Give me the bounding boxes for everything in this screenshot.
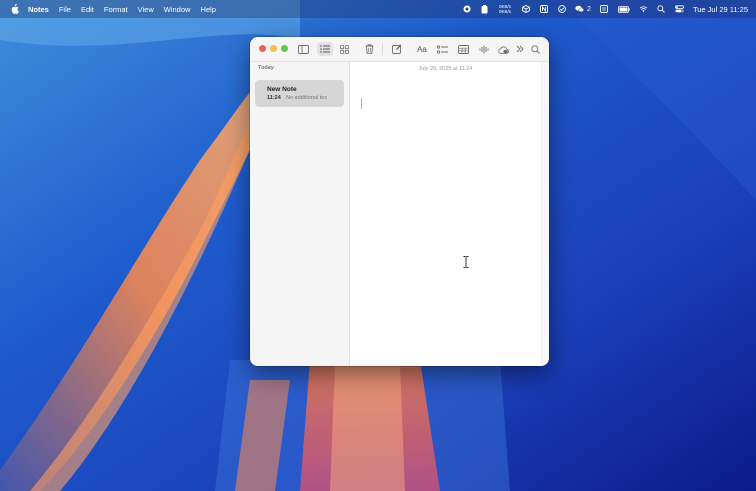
archive-icon[interactable] <box>600 5 609 14</box>
toolbar-separator <box>382 43 383 55</box>
note-editor[interactable]: July 29, 2025 at 11:24 <box>350 62 541 366</box>
lock-icon[interactable] <box>497 42 510 56</box>
notes-window: Aa Today New Note 11:24 No additional te… <box>250 37 549 366</box>
menubar-clock[interactable]: Tue Jul 29 11:25 <box>693 5 748 14</box>
note-time: 11:24 <box>267 95 281 101</box>
note-title: New Note <box>267 86 297 93</box>
text-caret <box>361 98 362 109</box>
note-preview: No additional tex <box>286 95 327 101</box>
clipboard-icon[interactable] <box>480 4 489 14</box>
audio-icon[interactable] <box>478 42 490 56</box>
menu-file[interactable]: File <box>59 5 71 14</box>
notion-icon[interactable] <box>539 5 548 14</box>
control-center-icon[interactable] <box>675 5 684 14</box>
menu-app-notes[interactable]: Notes <box>28 5 49 14</box>
menu-edit[interactable]: Edit <box>81 5 94 14</box>
menu-view[interactable]: View <box>138 5 154 14</box>
table-icon[interactable] <box>457 42 470 56</box>
note-date: July 29, 2025 at 11:24 <box>418 66 473 72</box>
menu-help[interactable]: Help <box>200 5 215 14</box>
net-down: 0KB/s <box>499 9 512 14</box>
list-view-icon[interactable] <box>317 42 333 56</box>
notes-list-sidebar: Today New Note 11:24 No additional tex <box>250 62 350 366</box>
record-icon[interactable] <box>462 5 471 14</box>
compose-icon[interactable] <box>391 42 403 56</box>
scrollbar-track[interactable] <box>541 62 549 366</box>
more-icon[interactable] <box>515 42 525 56</box>
close-button[interactable] <box>259 45 266 52</box>
battery-icon[interactable] <box>618 5 630 14</box>
search-icon[interactable] <box>530 42 541 56</box>
cube-icon[interactable] <box>521 5 530 14</box>
apple-icon[interactable] <box>9 4 19 14</box>
menu-window[interactable]: Window <box>164 5 191 14</box>
window-toolbar: Aa <box>250 37 549 62</box>
sidebar-toggle-icon[interactable] <box>297 42 310 56</box>
checkmark-icon[interactable] <box>557 5 566 14</box>
wechat-count: 2 <box>587 5 591 13</box>
wechat-icon[interactable] <box>575 5 584 14</box>
menu-format[interactable]: Format <box>104 5 128 14</box>
network-stats[interactable]: 0KB/s 0KB/s <box>498 4 512 14</box>
checklist-icon[interactable] <box>436 42 448 56</box>
search-icon[interactable] <box>657 5 666 14</box>
wifi-icon[interactable] <box>639 5 648 14</box>
zoom-button[interactable] <box>281 45 288 52</box>
text-cursor-icon <box>463 256 469 268</box>
note-list-item[interactable]: New Note 11:24 No additional tex <box>255 80 344 107</box>
minimize-button[interactable] <box>270 45 277 52</box>
gallery-view-icon[interactable] <box>338 42 350 56</box>
section-header-today: Today <box>258 65 274 71</box>
menu-bar: Notes File Edit Format View Window Help … <box>0 0 756 18</box>
trash-icon[interactable] <box>363 42 375 56</box>
format-text-icon[interactable]: Aa <box>414 42 430 56</box>
